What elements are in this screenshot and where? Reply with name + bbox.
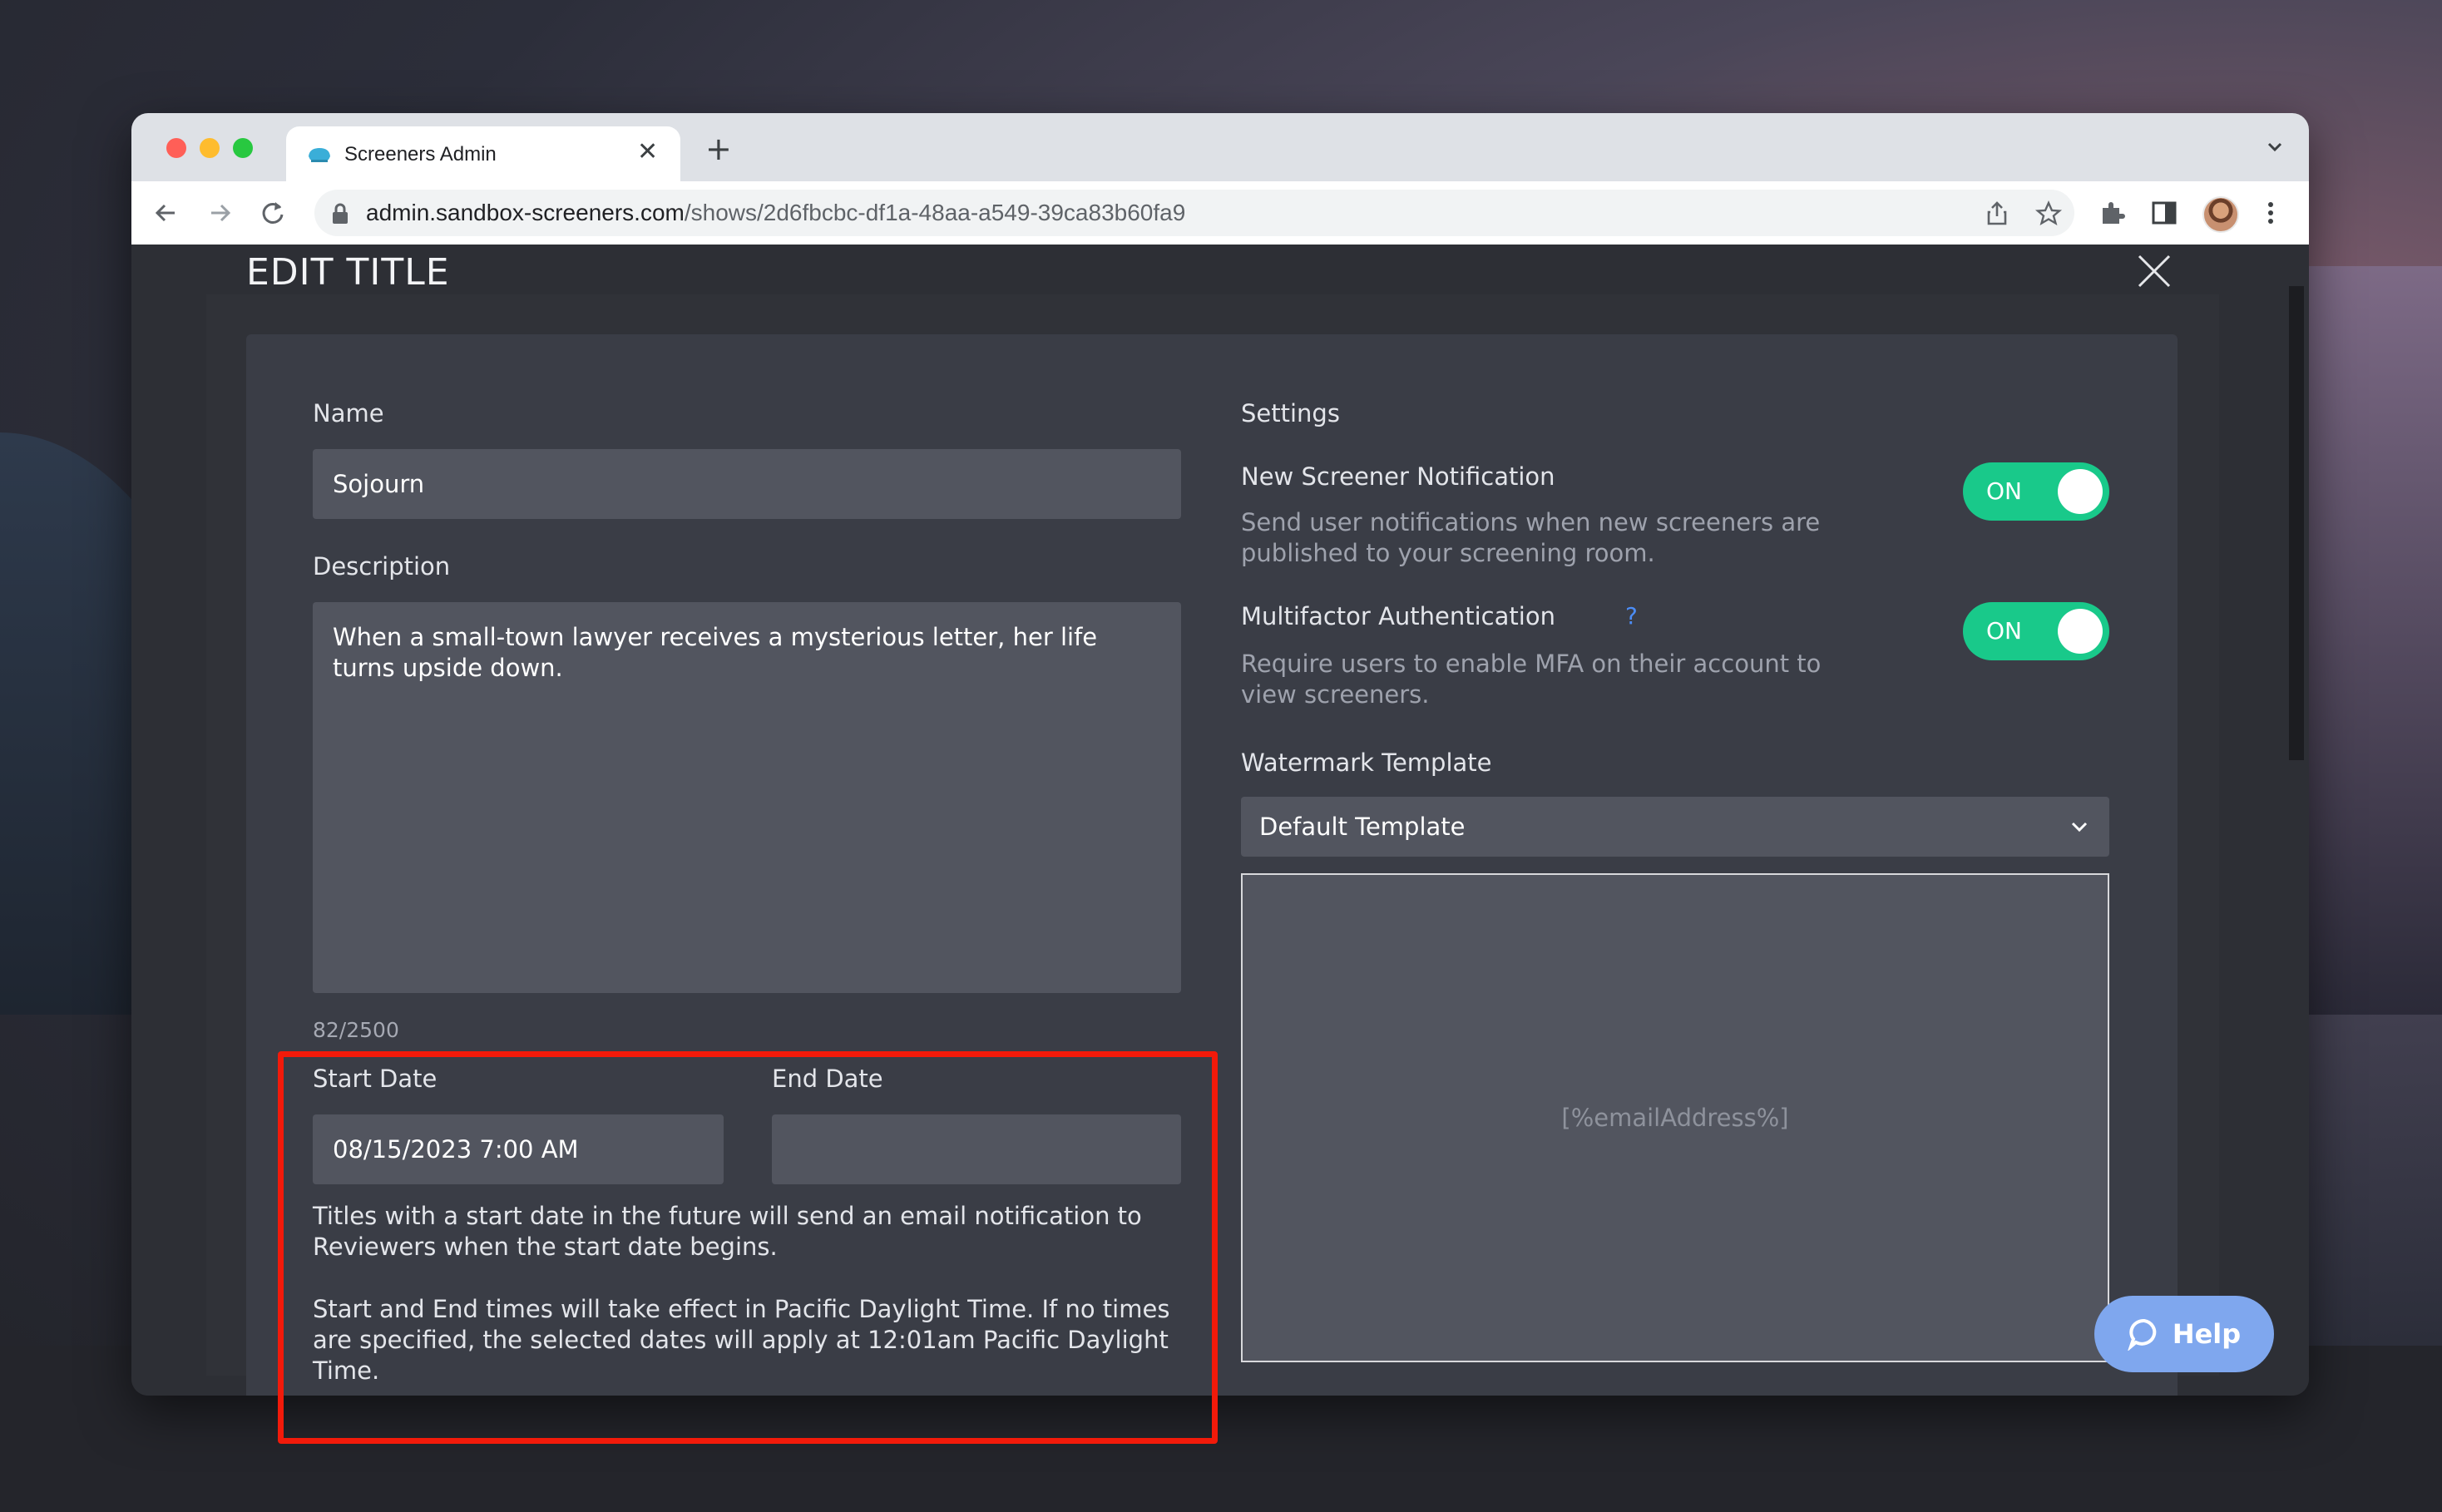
window-minimize-button[interactable]	[200, 138, 220, 158]
share-icon[interactable]	[1983, 200, 2011, 228]
tab-favicon-icon	[309, 148, 330, 162]
mfa-toggle-label: ON	[1986, 617, 2022, 645]
kebab-menu-icon[interactable]	[2256, 198, 2286, 228]
lock-icon	[333, 203, 348, 224]
tab-bar: Screeners Admin ✕ +	[131, 113, 2309, 181]
help-button[interactable]: Help	[2094, 1296, 2274, 1372]
mfa-help-icon[interactable]: ?	[1625, 602, 1638, 630]
reload-icon[interactable]	[258, 198, 288, 228]
scrollbar[interactable]	[2289, 286, 2304, 760]
description-label: Description	[313, 552, 451, 581]
description-textarea[interactable]: When a small-town lawyer receives a myst…	[313, 602, 1181, 993]
url-domain: admin.sandbox-screeners.com	[366, 200, 685, 225]
browser-tab[interactable]: Screeners Admin ✕	[286, 126, 680, 181]
mfa-label: Multifactor Authentication	[1241, 602, 1555, 630]
close-icon[interactable]: ✕	[637, 140, 658, 165]
notification-label: New Screener Notification	[1241, 462, 1555, 491]
chevron-down-icon	[2071, 822, 2088, 833]
back-arrow-icon[interactable]	[151, 198, 181, 228]
watermark-selected-value: Default Template	[1259, 813, 1466, 841]
help-button-label: Help	[2172, 1318, 2242, 1350]
name-input[interactable]: Sojourn	[313, 449, 1181, 519]
mfa-description: Require users to enable MFA on their acc…	[1241, 650, 1822, 709]
chat-bubble-icon	[2128, 1319, 2157, 1351]
chevron-down-icon[interactable]	[2261, 135, 2289, 160]
mfa-toggle[interactable]: ON	[1963, 602, 2109, 660]
watermark-label: Watermark Template	[1241, 749, 1492, 777]
toggle-knob	[2058, 609, 2103, 654]
window-zoom-button[interactable]	[233, 138, 253, 158]
tab-title: Screeners Admin	[344, 143, 497, 166]
watermark-preview-text: [%emailAddress%]	[1561, 1104, 1789, 1132]
forward-arrow-icon[interactable]	[205, 198, 235, 228]
watermark-preview: [%emailAddress%]	[1241, 873, 2109, 1362]
avatar[interactable]	[2202, 196, 2239, 233]
url-path: /shows/2d6fbcbc-df1a-48aa-a549-39ca83b60…	[684, 200, 1186, 225]
description-counter: 82/2500	[313, 1018, 399, 1042]
plus-icon[interactable]: +	[705, 133, 732, 165]
watermark-select[interactable]: Default Template	[1241, 797, 2109, 857]
modal-title: EDIT TITLE	[246, 251, 450, 294]
sidepanel-icon[interactable]	[2149, 198, 2179, 228]
window-close-button[interactable]	[166, 138, 186, 158]
annotation-highlight	[278, 1051, 1218, 1444]
notification-toggle[interactable]: ON	[1963, 462, 2109, 521]
browser-toolbar: admin.sandbox-screeners.com/shows/2d6fbc…	[131, 181, 2309, 245]
settings-heading: Settings	[1241, 399, 1340, 427]
extensions-icon[interactable]	[2098, 198, 2128, 228]
toggle-knob	[2058, 469, 2103, 514]
url-text: admin.sandbox-screeners.com/shows/2d6fbc…	[366, 200, 1185, 226]
name-label: Name	[313, 399, 384, 427]
star-icon[interactable]	[2034, 200, 2063, 228]
close-icon[interactable]	[2136, 253, 2173, 289]
background-sky	[2309, 266, 2442, 1015]
notification-description: Send user notifications when new screene…	[1241, 508, 1821, 567]
address-bar[interactable]: admin.sandbox-screeners.com/shows/2d6fbc…	[314, 190, 2074, 236]
notification-toggle-label: ON	[1986, 477, 2022, 505]
